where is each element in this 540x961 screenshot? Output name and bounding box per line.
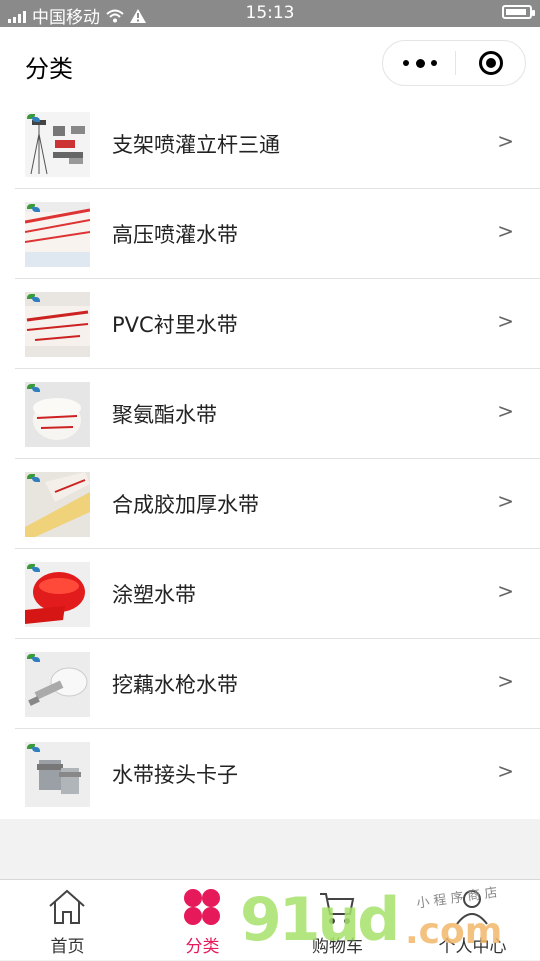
tab-label: 首页: [50, 937, 85, 957]
brand-logo-icon: [27, 114, 41, 122]
brand-logo-icon: [27, 564, 41, 572]
tab-label: 分类: [185, 937, 220, 957]
chevron-right-icon: >: [497, 309, 514, 333]
mini-program-capsule: [382, 40, 526, 86]
category-label: 高压喷灌水带: [112, 223, 238, 247]
category-thumbnail: [25, 382, 90, 447]
brand-logo-icon: [27, 744, 41, 752]
brand-logo-icon: [27, 294, 41, 302]
category-list: 支架喷灌立杆三通 > 高压喷灌水带 > PVC衬里水带 > 聚氨酯水带 > 合成…: [0, 99, 540, 819]
chevron-right-icon: >: [497, 489, 514, 513]
category-item[interactable]: 涂塑水带 >: [0, 549, 540, 639]
category-item[interactable]: 高压喷灌水带 >: [0, 189, 540, 279]
category-label: PVC衬里水带: [112, 313, 238, 337]
home-icon: [49, 889, 85, 924]
category-label: 聚氨酯水带: [112, 403, 217, 427]
category-thumbnail: [25, 202, 90, 267]
tab-home[interactable]: 首页: [0, 880, 135, 961]
status-time: 15:13: [245, 3, 295, 23]
navigation-bar: 分类: [0, 27, 540, 99]
brand-logo-icon: [27, 384, 41, 392]
chevron-right-icon: >: [497, 579, 514, 603]
tab-profile[interactable]: 个人中心: [405, 880, 540, 961]
tab-label: 购物车: [312, 937, 363, 957]
category-item[interactable]: 合成胶加厚水带 >: [0, 459, 540, 549]
chevron-right-icon: >: [497, 399, 514, 423]
category-thumbnail: [25, 112, 90, 177]
category-thumbnail: [25, 742, 90, 807]
category-label: 水带接头卡子: [112, 763, 238, 787]
bottom-tab-bar: 首页 分类 购物车 个人中心: [0, 879, 540, 960]
user-icon: [456, 890, 488, 925]
category-icon: [184, 889, 220, 925]
chevron-right-icon: >: [497, 759, 514, 783]
cart-icon: [320, 893, 355, 924]
tab-category[interactable]: 分类: [135, 880, 270, 961]
tab-cart[interactable]: 购物车: [270, 880, 405, 961]
status-bar: 中国移动 15:13: [0, 0, 540, 28]
capsule-divider: [455, 51, 456, 75]
category-thumbnail: [25, 562, 90, 627]
category-item[interactable]: 聚氨酯水带 >: [0, 369, 540, 459]
more-options-icon[interactable]: [403, 54, 437, 72]
category-label: 支架喷灌立杆三通: [112, 133, 280, 157]
chevron-right-icon: >: [497, 219, 514, 243]
battery-icon: [502, 5, 535, 19]
category-thumbnail: [25, 652, 90, 717]
chevron-right-icon: >: [497, 669, 514, 693]
close-miniprogram-icon[interactable]: [479, 51, 503, 75]
tab-label: 个人中心: [438, 937, 507, 957]
category-thumbnail: [25, 472, 90, 537]
page-title: 分类: [25, 55, 73, 83]
category-item[interactable]: 支架喷灌立杆三通 >: [0, 99, 540, 189]
category-item[interactable]: 挖藕水枪水带 >: [0, 639, 540, 729]
brand-logo-icon: [27, 654, 41, 662]
brand-logo-icon: [27, 474, 41, 482]
category-item[interactable]: PVC衬里水带 >: [0, 279, 540, 369]
category-label: 合成胶加厚水带: [112, 493, 259, 517]
chevron-right-icon: >: [497, 129, 514, 153]
brand-logo-icon: [27, 204, 41, 212]
category-label: 挖藕水枪水带: [112, 673, 238, 697]
category-item[interactable]: 水带接头卡子 >: [0, 729, 540, 819]
category-label: 涂塑水带: [112, 583, 196, 607]
category-thumbnail: [25, 292, 90, 357]
